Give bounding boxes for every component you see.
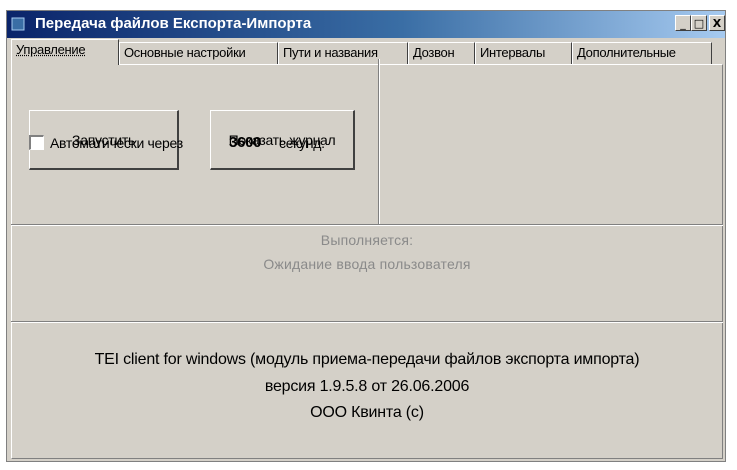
tab-strip: Управление Основные настройки Пути и наз… <box>11 38 721 65</box>
tab-control[interactable]: Управление <box>11 39 119 65</box>
tab-intervals[interactable]: Интервалы <box>475 42 572 64</box>
title-bar[interactable]: Передача файлов Експорта-Импорта _ □ X <box>7 11 725 38</box>
auto-run-seconds-value: 3600 <box>229 134 262 151</box>
close-button[interactable]: X <box>709 15 725 31</box>
status-top-divider <box>11 224 723 226</box>
tab-main-settings[interactable]: Основные настройки <box>119 42 278 64</box>
app-icon <box>11 17 25 31</box>
about-line-2: версия 1.9.5.8 от 26.06.2006 <box>264 378 470 395</box>
tab-dialing[interactable]: Дозвон <box>408 42 475 64</box>
status-text: Ожидание ввода пользователя <box>263 256 471 272</box>
status-heading: Выполняется: <box>320 232 414 248</box>
auto-run-checkbox[interactable] <box>29 135 44 150</box>
about-line-1: TEI client for windows (модуль приема-пе… <box>94 351 640 368</box>
info-top-divider <box>11 321 723 323</box>
tab-additional[interactable]: Дополнительные <box>572 42 712 64</box>
auto-run-label: Автоматически через <box>50 135 183 151</box>
vertical-divider <box>378 59 380 225</box>
about-line-3: ООО Квинта (с) <box>310 404 424 421</box>
tab-paths-names[interactable]: Пути и названия <box>278 42 408 64</box>
app-window: Передача файлов Експорта-Импорта _ □ X У… <box>6 10 726 462</box>
minimize-button[interactable]: _ <box>675 15 691 31</box>
maximize-button[interactable]: □ <box>691 15 707 31</box>
seconds-label: секунд. <box>279 135 325 151</box>
window-title: Передача файлов Експорта-Импорта <box>35 15 312 32</box>
